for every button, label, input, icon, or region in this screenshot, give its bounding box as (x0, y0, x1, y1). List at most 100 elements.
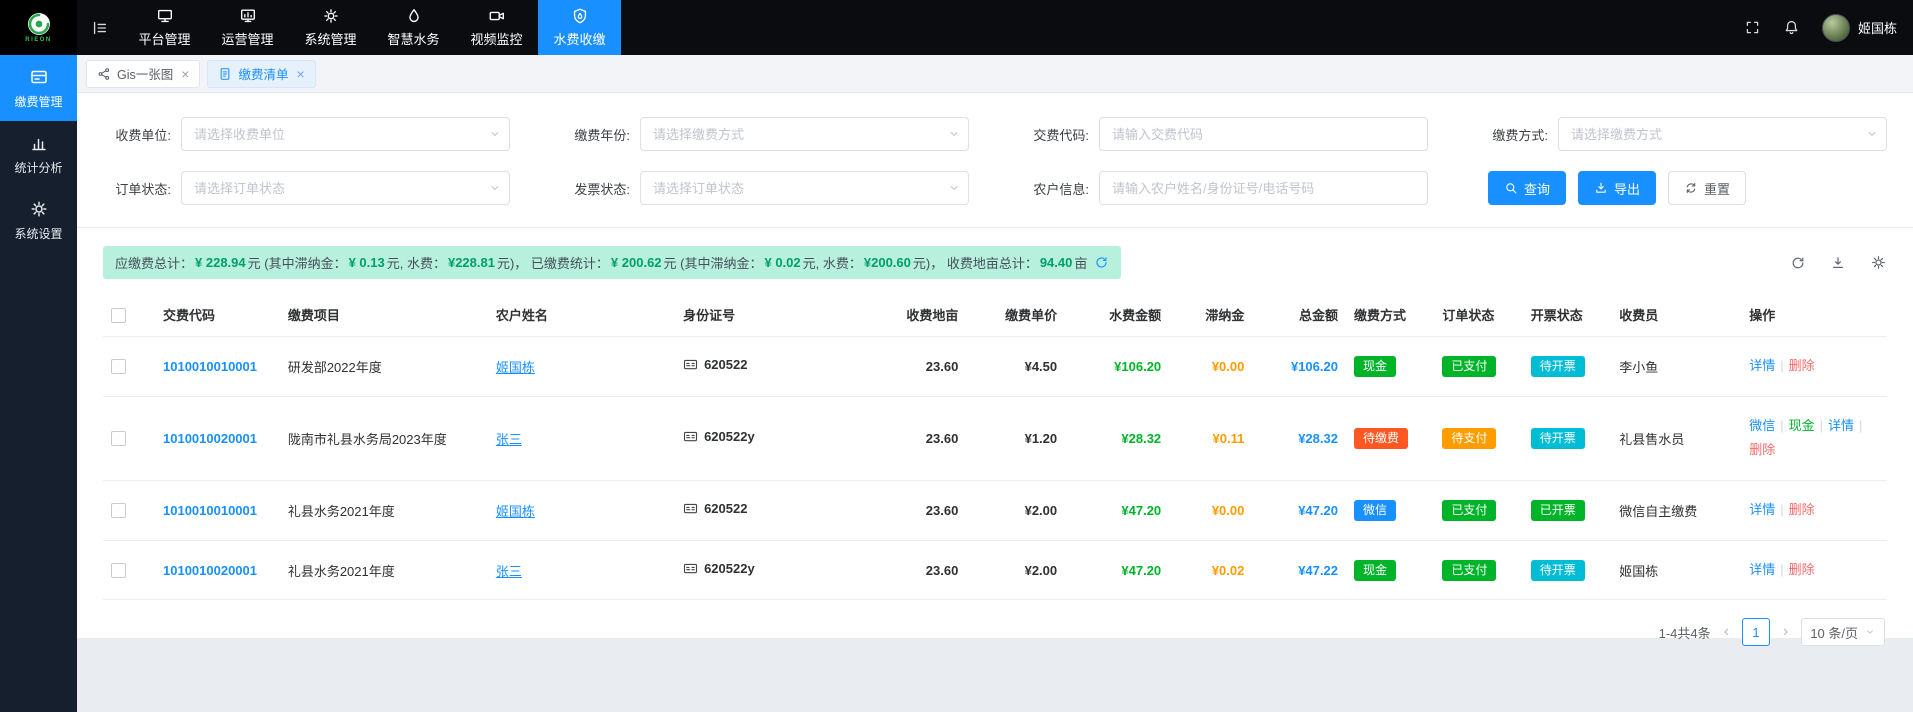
top-menu-item-4[interactable]: 智慧水务 (372, 0, 455, 55)
select-all-checkbox[interactable] (111, 308, 126, 323)
sidebar-item-3[interactable]: 系统设置 (0, 187, 77, 253)
id-number-cell: 620522y (683, 429, 755, 444)
stats-icon (29, 133, 49, 153)
search-button[interactable]: 查询 (1488, 171, 1566, 205)
action-separator: | (1780, 418, 1783, 433)
filter-select[interactable] (640, 171, 969, 205)
filter-label: 缴费方式: (1480, 125, 1548, 144)
row-action-link[interactable]: 删除 (1789, 562, 1815, 577)
export-column-icon[interactable] (1830, 254, 1846, 271)
farmer-name-link[interactable]: 张三 (496, 432, 522, 447)
filter-form: 收费单位:缴费年份:交费代码:缴费方式:订单状态:发票状态:农户信息:查询导出重… (77, 93, 1913, 228)
sidebar-collapse-button[interactable] (77, 0, 123, 55)
table-header-row: 交费代码缴费项目农户姓名身份证号收费地亩缴费单价水费金额滞纳金总金额缴费方式订单… (103, 293, 1887, 337)
row-action-link[interactable]: 删除 (1789, 502, 1815, 517)
row-action-link[interactable]: 详情 (1828, 418, 1854, 433)
column-header-4: 身份证号 (675, 293, 867, 337)
row-action-link[interactable]: 删除 (1749, 442, 1775, 457)
settings-gear-icon[interactable] (1870, 254, 1887, 271)
tab-1[interactable]: Gis一张图 × (86, 60, 200, 88)
filter-label: 收费单位: (103, 125, 171, 144)
reset-icon (1684, 181, 1698, 195)
filter-select[interactable] (181, 117, 510, 151)
notifications-bell-icon[interactable] (1783, 19, 1800, 36)
export-button[interactable]: 导出 (1578, 171, 1656, 205)
top-menu-item-5[interactable]: 视频监控 (455, 0, 538, 55)
sidebar-item-1[interactable]: 缴费管理 (0, 55, 77, 121)
row-checkbox[interactable] (111, 431, 126, 446)
top-menu-item-2[interactable]: 运营管理 (206, 0, 289, 55)
page-number-button[interactable]: 1 (1742, 618, 1770, 646)
row-action-link[interactable]: 详情 (1749, 502, 1775, 517)
summary-text: 元, 水费： (803, 253, 862, 272)
water-icon (405, 7, 423, 25)
platform-icon (156, 7, 174, 25)
app-logo[interactable]: RIEON (0, 0, 77, 55)
row-action-link[interactable]: 详情 (1749, 358, 1775, 373)
pay-code-link[interactable]: 1010010010001 (163, 503, 257, 518)
tab-bar: Gis一张图×缴费清单× (77, 55, 1913, 93)
summary-refresh-icon[interactable] (1094, 255, 1109, 270)
id-number-cell: 620522y (683, 561, 755, 576)
tab-close-icon[interactable]: × (296, 67, 304, 81)
sidebar: 缴费管理统计分析系统设置 (0, 55, 77, 712)
row-action-link[interactable]: 详情 (1749, 562, 1775, 577)
pay-code-link[interactable]: 1010010020001 (163, 431, 257, 446)
column-header-12: 开票状态 (1523, 293, 1611, 337)
order-status-badge: 已支付 (1442, 560, 1496, 581)
tab-close-icon[interactable]: × (181, 67, 189, 81)
top-menu-label: 视频监控 (470, 29, 522, 48)
tab-label: Gis一张图 (117, 64, 173, 83)
table-row: 1010010020001礼县水务2021年度张三620522y23.60¥2.… (103, 540, 1887, 600)
farmer-name-link[interactable]: 张三 (496, 564, 522, 579)
filter-control (181, 171, 510, 205)
tab-2[interactable]: 缴费清单× (207, 60, 315, 88)
top-menu-label: 水费收缴 (553, 29, 605, 48)
filter-control (1558, 117, 1887, 151)
row-checkbox[interactable] (111, 503, 126, 518)
prev-page-button[interactable]: ‹ (1721, 623, 1732, 641)
filter-input[interactable] (1099, 171, 1428, 205)
pay-code-link[interactable]: 1010010020001 (163, 563, 257, 578)
reset-button[interactable]: 重置 (1668, 171, 1746, 205)
top-menu-item-1[interactable]: 平台管理 (123, 0, 206, 55)
filter-select[interactable] (1558, 117, 1887, 151)
filter-field-2: 缴费年份: (562, 117, 969, 151)
row-action-link[interactable]: 现金 (1789, 418, 1815, 433)
table-area: 应缴费总计： ¥ 228.94 元 (其中滞纳金： ¥ 0.13 元, 水费： … (77, 228, 1913, 656)
filter-label: 订单状态: (103, 179, 171, 198)
top-menu-item-6[interactable]: 水费收缴 (538, 0, 621, 55)
id-card-icon (683, 429, 698, 444)
filter-field-7: 农户信息: (1021, 171, 1428, 205)
chevron-down-icon (488, 181, 502, 195)
table-row: 1010010020001陇南市礼县水务局2023年度张三620522y23.6… (103, 396, 1887, 480)
row-action-link[interactable]: 删除 (1789, 358, 1815, 373)
row-checkbox[interactable] (111, 563, 126, 578)
filter-label: 农户信息: (1021, 179, 1089, 198)
pay-code-link[interactable]: 1010010010001 (163, 359, 257, 374)
farmer-name-link[interactable]: 姬国栋 (496, 504, 535, 519)
username: 姬国栋 (1858, 18, 1897, 37)
filter-select[interactable] (640, 117, 969, 151)
fullscreen-icon[interactable] (1744, 19, 1761, 36)
main-area: Gis一张图×缴费清单× 收费单位:缴费年份:交费代码:缴费方式:订单状态:发票… (77, 55, 1913, 712)
content-panel: 收费单位:缴费年份:交费代码:缴费方式:订单状态:发票状态:农户信息:查询导出重… (77, 93, 1913, 638)
late-fee-cell: ¥0.00 (1169, 337, 1252, 397)
column-header-3: 农户姓名 (488, 293, 675, 337)
sidebar-item-2[interactable]: 统计分析 (0, 121, 77, 187)
filter-input[interactable] (1099, 117, 1428, 151)
row-action-link[interactable]: 微信 (1749, 418, 1775, 433)
order-status-badge: 已支付 (1442, 356, 1496, 377)
filter-control (1099, 171, 1428, 205)
next-page-button[interactable]: › (1780, 623, 1791, 641)
filter-select[interactable] (181, 171, 510, 205)
top-menu-item-3[interactable]: 系统管理 (289, 0, 372, 55)
farmer-name-link[interactable]: 姬国栋 (496, 360, 535, 375)
row-checkbox[interactable] (111, 359, 126, 374)
page-size-select[interactable]: 10 条/页 (1801, 618, 1885, 646)
pagination: 1-4共4条 ‹ 1 › 10 条/页 (103, 600, 1887, 656)
user-menu[interactable]: 姬国栋 (1822, 14, 1897, 42)
refresh-icon[interactable] (1790, 254, 1806, 271)
summary-amount: ¥ 228.94 (195, 255, 246, 270)
action-separator: | (1780, 562, 1783, 577)
